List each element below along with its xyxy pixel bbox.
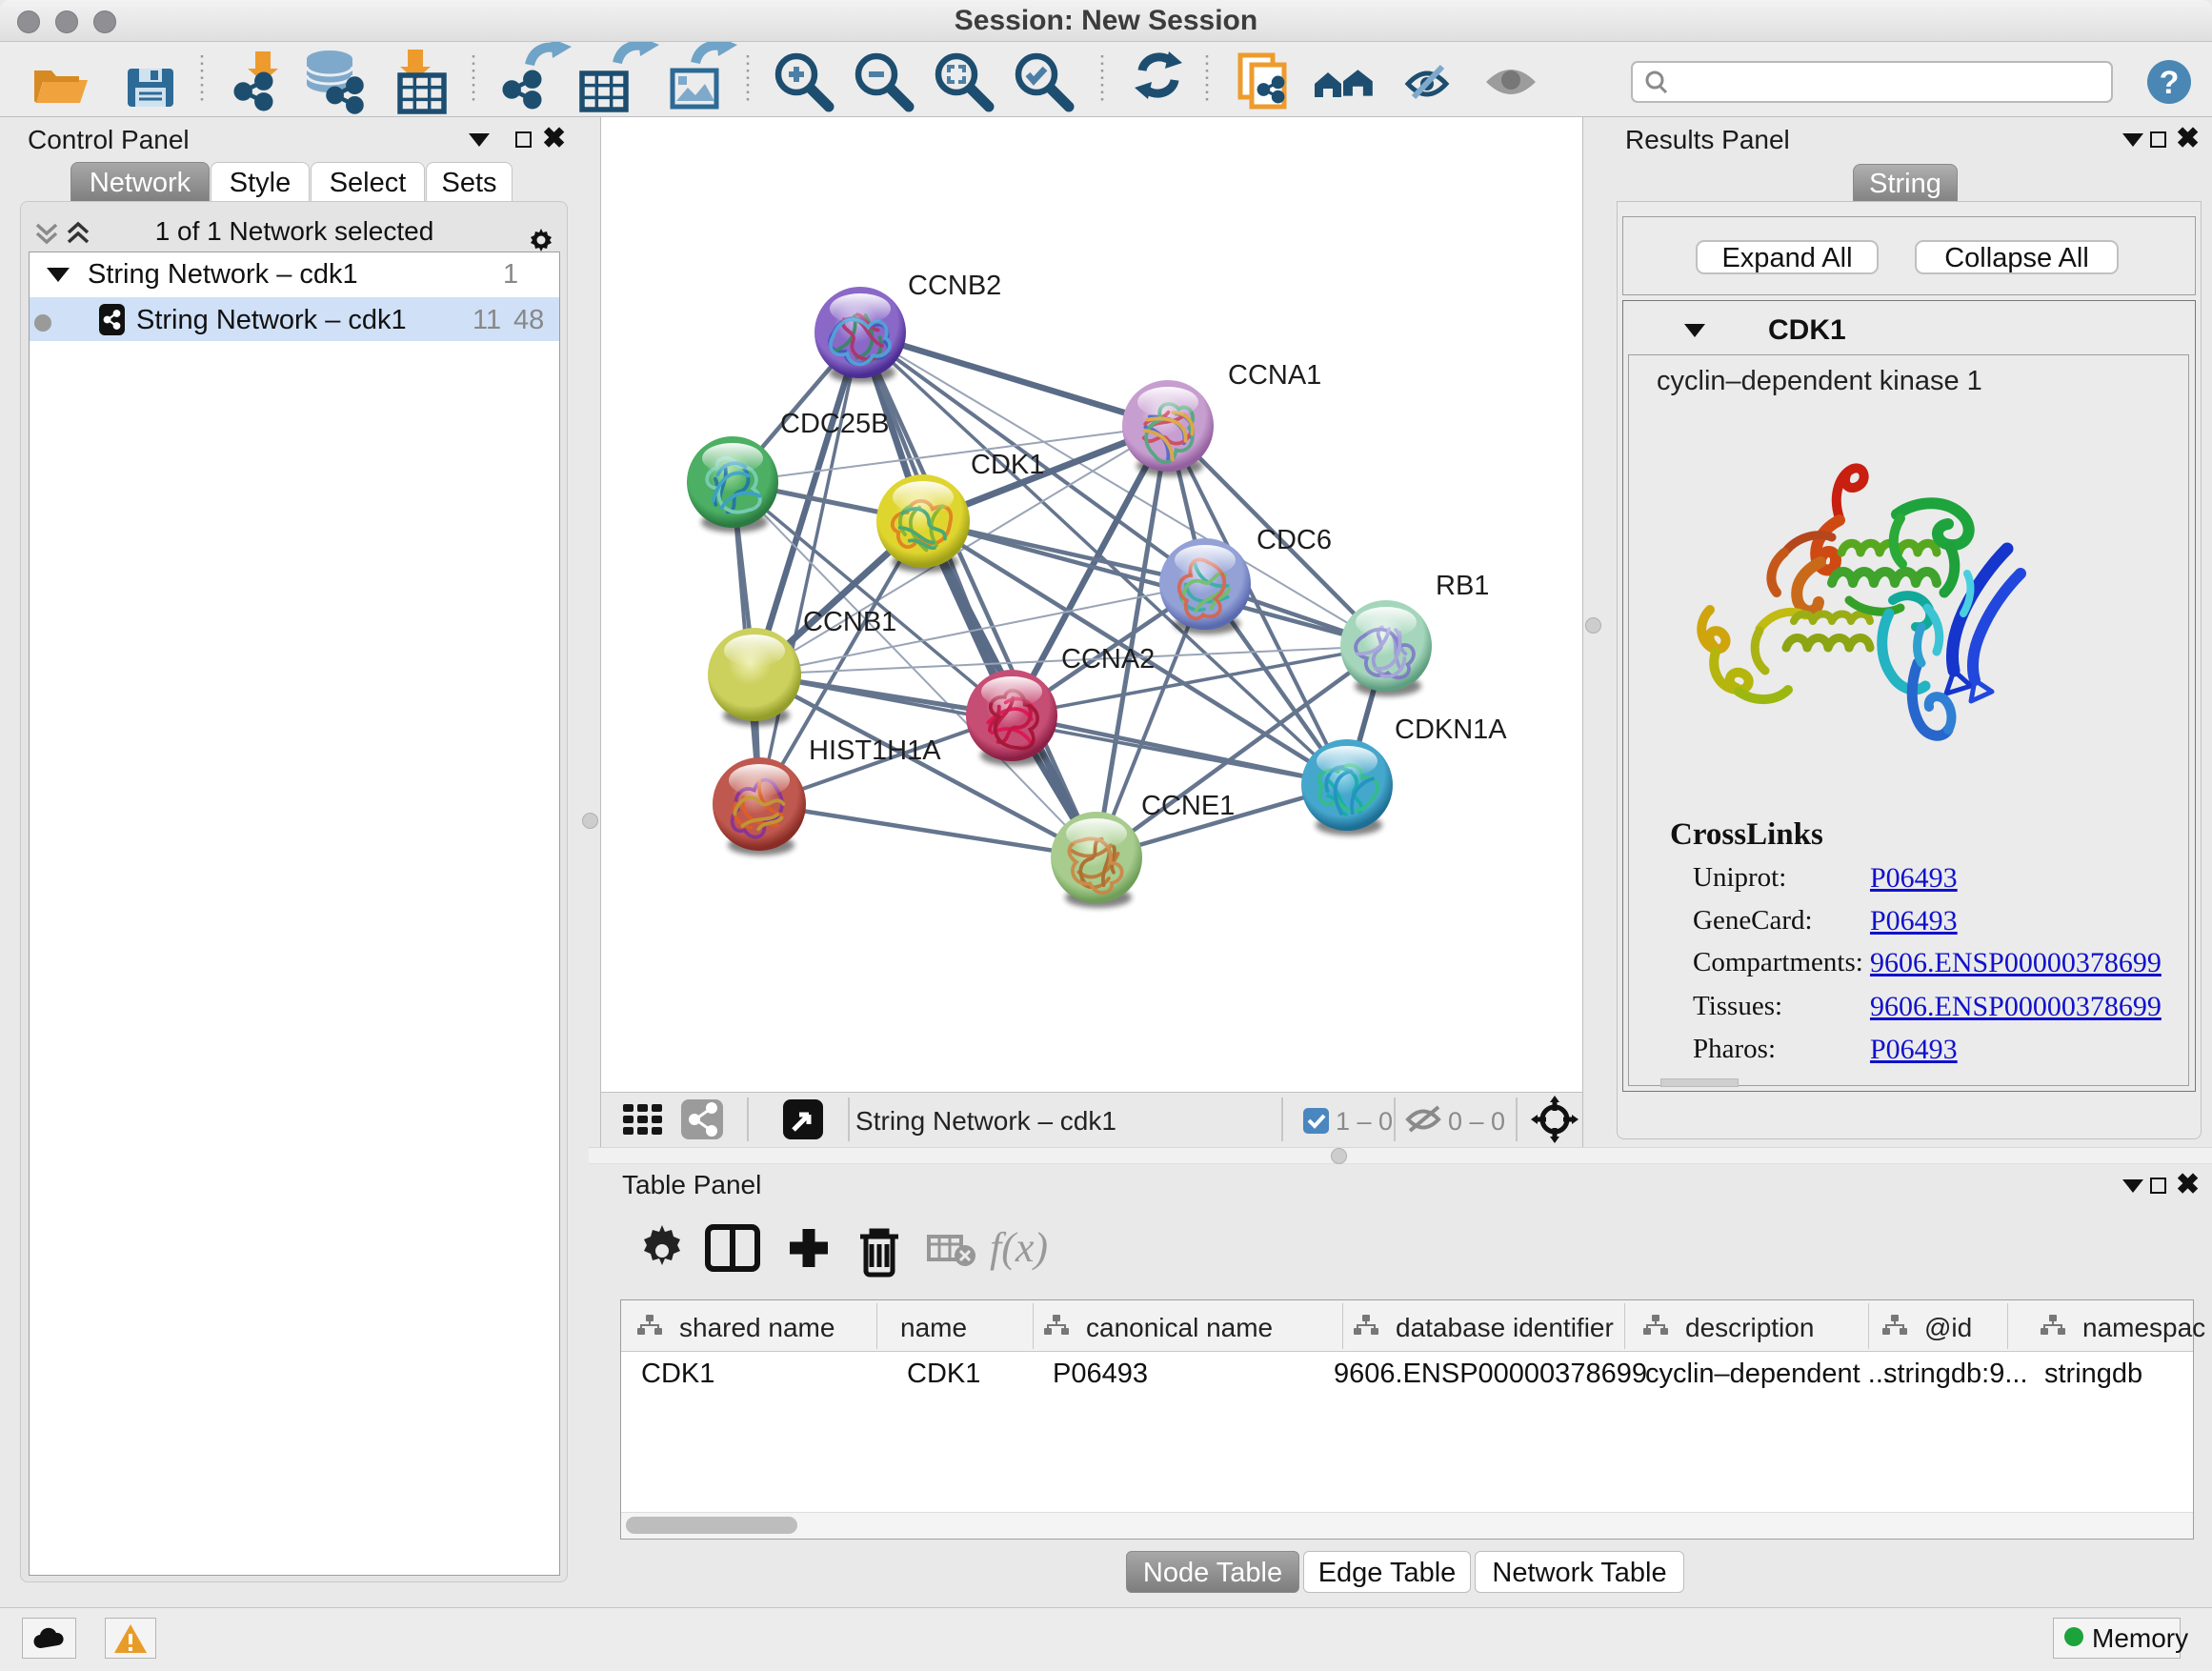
- svg-text:RB1: RB1: [1436, 571, 1489, 601]
- svg-text:CCNA1: CCNA1: [1228, 360, 1321, 391]
- svg-text:1 – 0: 1 – 0: [1336, 1107, 1393, 1136]
- svg-text:CDC25B: CDC25B: [780, 409, 889, 439]
- svg-text:0 – 0: 0 – 0: [1448, 1107, 1505, 1136]
- svg-text:CCNE1: CCNE1: [1141, 791, 1235, 821]
- svg-text:CCNB2: CCNB2: [908, 271, 1001, 301]
- svg-text:CDC6: CDC6: [1257, 525, 1332, 555]
- svg-text:CDKN1A: CDKN1A: [1395, 715, 1507, 745]
- svg-text:CDK1: CDK1: [971, 450, 1044, 480]
- svg-text:?: ?: [2160, 65, 2180, 101]
- svg-text:CCNB1: CCNB1: [803, 607, 896, 637]
- svg-text:HIST1H1A: HIST1H1A: [809, 735, 941, 766]
- svg-text:String Network – cdk1: String Network – cdk1: [855, 1106, 1116, 1136]
- svg-text:CCNA2: CCNA2: [1061, 644, 1155, 674]
- svg-text:f(x): f(x): [990, 1224, 1048, 1271]
